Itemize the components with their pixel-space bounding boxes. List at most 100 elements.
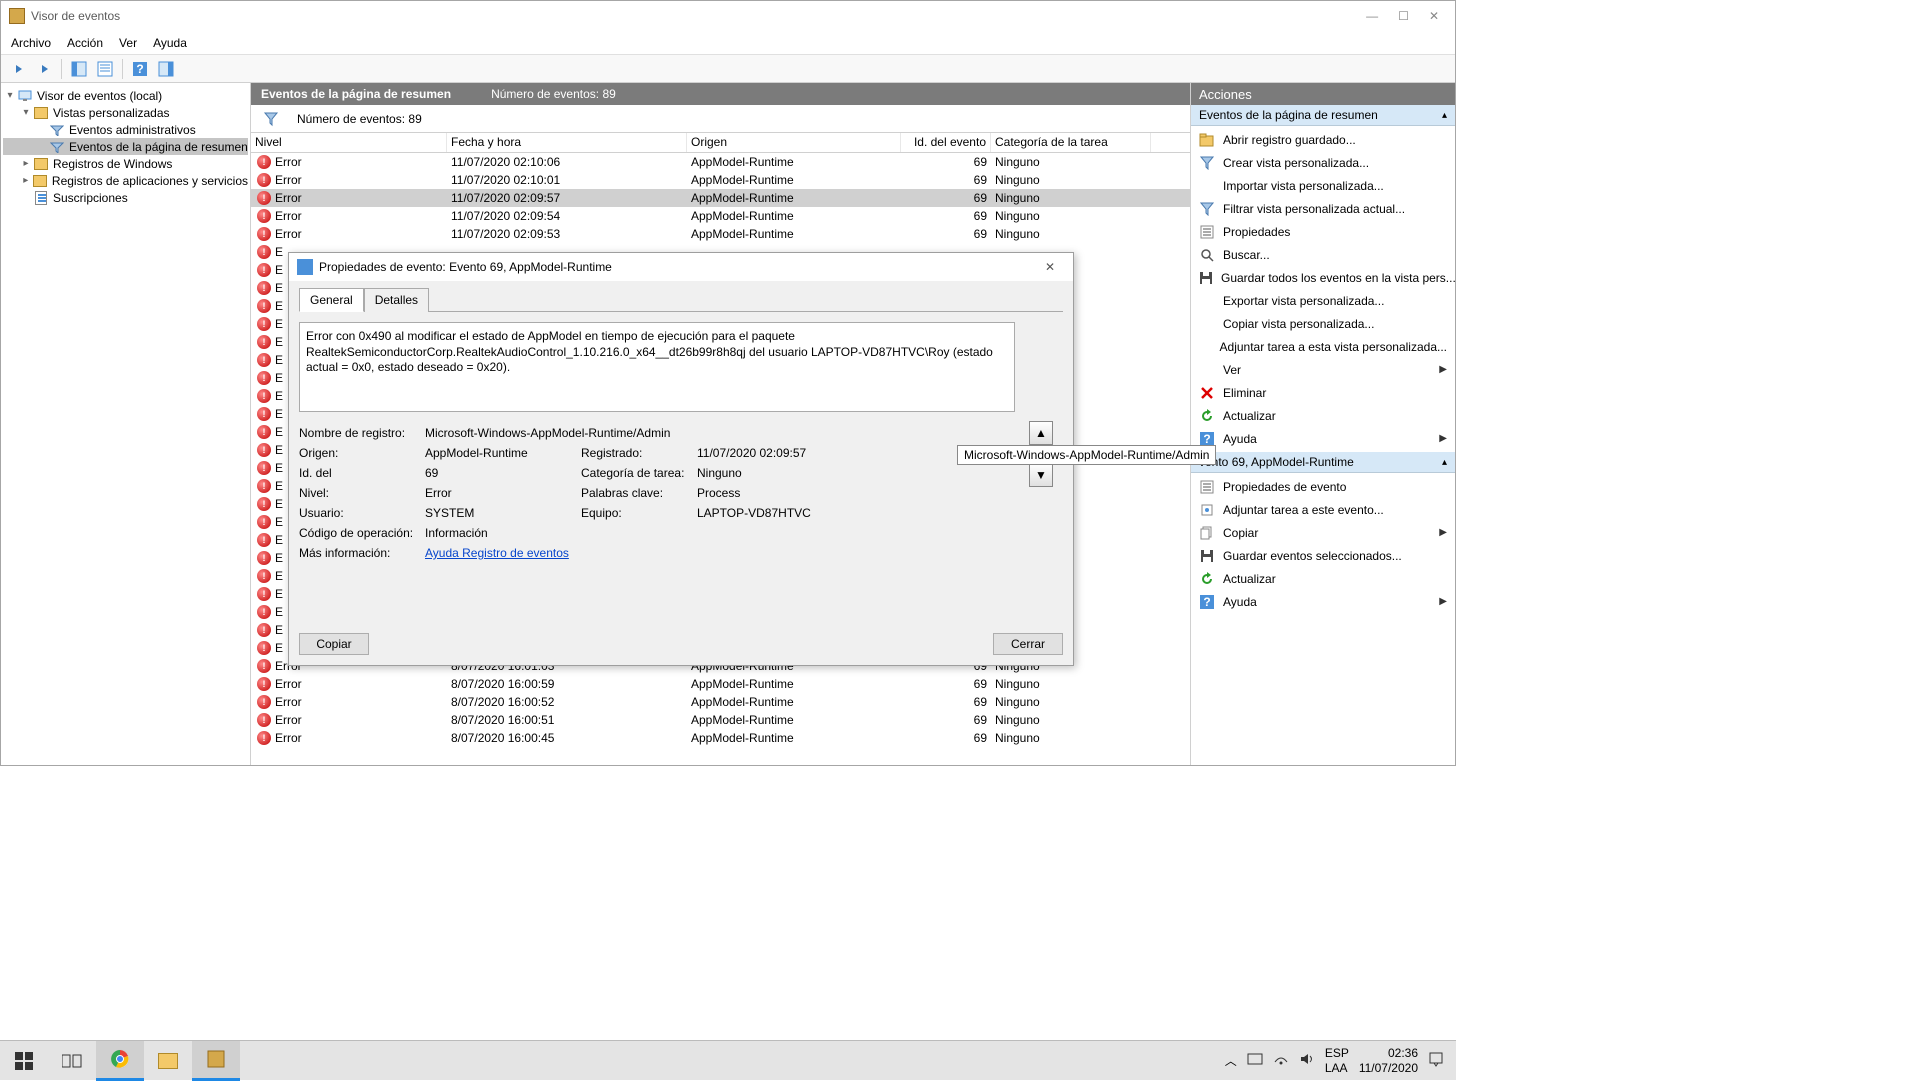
menu-archivo[interactable]: Archivo — [11, 36, 51, 50]
table-row[interactable]: !Error11/07/2020 02:09:54AppModel-Runtim… — [251, 207, 1190, 225]
action-item[interactable]: Filtrar vista personalizada actual... — [1191, 197, 1455, 220]
svg-text:?: ? — [1203, 432, 1210, 446]
action-item[interactable]: Ver▶ — [1191, 358, 1455, 381]
cell-date: 11/07/2020 02:09:57 — [447, 191, 687, 205]
properties-button[interactable] — [94, 58, 116, 80]
event-properties-dialog: Propiedades de evento: Evento 69, AppMod… — [288, 252, 1074, 666]
maximize-button[interactable]: ☐ — [1398, 9, 1409, 23]
table-row[interactable]: !Error8/07/2020 16:00:45AppModel-Runtime… — [251, 729, 1190, 747]
save-icon — [1199, 548, 1215, 564]
tab-general[interactable]: General — [299, 288, 364, 312]
volume-icon[interactable] — [1299, 1052, 1315, 1069]
action-item[interactable]: Copiar▶ — [1191, 521, 1455, 544]
chrome-taskbar-icon[interactable] — [96, 1041, 144, 1081]
collapse-arrow-icon[interactable]: ▴ — [1442, 457, 1447, 468]
table-row[interactable]: !Error11/07/2020 02:10:01AppModel-Runtim… — [251, 171, 1190, 189]
event-viewer-taskbar-icon[interactable] — [192, 1041, 240, 1081]
actions-group-title-2[interactable]: vento 69, AppModel-Runtime ▴ — [1191, 452, 1455, 473]
table-row[interactable]: !Error8/07/2020 16:00:59AppModel-Runtime… — [251, 675, 1190, 693]
expander-icon[interactable]: ▾ — [19, 107, 33, 118]
close-button[interactable]: ✕ — [1429, 9, 1439, 23]
cell-level: E — [275, 497, 283, 511]
action-item[interactable]: Buscar... — [1191, 243, 1455, 266]
cell-cat: Ninguno — [991, 191, 1151, 205]
forward-button[interactable] — [33, 58, 55, 80]
language-indicator[interactable]: ESP LAA — [1325, 1046, 1349, 1075]
action-item[interactable]: Propiedades de evento — [1191, 475, 1455, 498]
wifi-icon[interactable] — [1273, 1052, 1289, 1069]
tree-item[interactable]: ▾Vistas personalizadas — [3, 104, 248, 121]
table-header[interactable]: Nivel Fecha y hora Origen Id. del evento… — [251, 133, 1190, 153]
copy-button[interactable]: Copiar — [299, 633, 369, 655]
action-item[interactable]: Copiar vista personalizada... — [1191, 312, 1455, 335]
action-item[interactable]: Abrir registro guardado... — [1191, 128, 1455, 151]
notifications-icon[interactable] — [1428, 1051, 1444, 1070]
task-view-button[interactable] — [48, 1041, 96, 1081]
action-item[interactable]: Actualizar — [1191, 567, 1455, 590]
col-cat[interactable]: Categoría de la tarea — [991, 133, 1151, 152]
network-icon[interactable] — [1247, 1052, 1263, 1069]
tree-item[interactable]: ▸Registros de aplicaciones y servicios — [3, 172, 248, 189]
tab-detalles[interactable]: Detalles — [364, 288, 429, 312]
show-hide-tree-button[interactable] — [68, 58, 90, 80]
col-source[interactable]: Origen — [687, 133, 901, 152]
start-button[interactable] — [0, 1041, 48, 1081]
action-item[interactable]: Eliminar — [1191, 381, 1455, 404]
none-icon — [1199, 178, 1215, 194]
titlebar[interactable]: Visor de eventos — ☐ ✕ — [1, 1, 1455, 31]
clock[interactable]: 02:36 11/07/2020 — [1359, 1046, 1418, 1075]
action-pane-button[interactable] — [155, 58, 177, 80]
action-item[interactable]: Guardar eventos seleccionados... — [1191, 544, 1455, 567]
table-row[interactable]: !Error11/07/2020 02:09:53AppModel-Runtim… — [251, 225, 1190, 243]
dialog-titlebar[interactable]: Propiedades de evento: Evento 69, AppMod… — [289, 253, 1073, 281]
action-item[interactable]: ?Ayuda▶ — [1191, 590, 1455, 613]
tree-item[interactable]: Eventos administrativos — [3, 121, 248, 138]
action-item[interactable]: Actualizar — [1191, 404, 1455, 427]
dialog-close-button[interactable]: ✕ — [1035, 260, 1065, 274]
back-button[interactable] — [7, 58, 29, 80]
action-item[interactable]: Propiedades — [1191, 220, 1455, 243]
help-button[interactable]: ? — [129, 58, 151, 80]
action-item[interactable]: Adjuntar tarea a este evento... — [1191, 498, 1455, 521]
menu-accion[interactable]: Acción — [67, 36, 103, 50]
menu-ver[interactable]: Ver — [119, 36, 137, 50]
action-item[interactable]: Importar vista personalizada... — [1191, 174, 1455, 197]
menu-ayuda[interactable]: Ayuda — [153, 36, 187, 50]
explorer-taskbar-icon[interactable] — [144, 1041, 192, 1081]
event-description[interactable]: Error con 0x490 al modificar el estado d… — [299, 322, 1015, 412]
close-button[interactable]: Cerrar — [993, 633, 1063, 655]
next-event-button[interactable]: ▼ — [1029, 463, 1053, 487]
tray-chevron-icon[interactable]: ︿ — [1225, 1052, 1237, 1069]
collapse-arrow-icon[interactable]: ▴ — [1442, 110, 1447, 121]
val-log-name: Microsoft-Windows-AppModel-Runtime/Admin — [425, 426, 917, 440]
expander-icon[interactable]: ▾ — [3, 90, 17, 101]
taskbar[interactable]: ︿ ESP LAA 02:36 11/07/2020 — [0, 1040, 1456, 1080]
expander-icon[interactable]: ▸ — [19, 175, 32, 186]
tree-item[interactable]: Suscripciones — [3, 189, 248, 206]
cell-cat: Ninguno — [991, 695, 1151, 709]
action-item[interactable]: Crear vista personalizada... — [1191, 151, 1455, 174]
table-row[interactable]: !Error11/07/2020 02:10:06AppModel-Runtim… — [251, 153, 1190, 171]
action-item[interactable]: Guardar todos los eventos en la vista pe… — [1191, 266, 1455, 289]
minimize-button[interactable]: — — [1366, 9, 1378, 23]
expander-icon[interactable]: ▸ — [19, 158, 33, 169]
error-icon: ! — [257, 263, 271, 277]
action-item[interactable]: Adjuntar tarea a esta vista personalizad… — [1191, 335, 1455, 358]
tree-root[interactable]: ▾ Visor de eventos (local) — [3, 87, 248, 104]
tree-item[interactable]: Eventos de la página de resumen — [3, 138, 248, 155]
table-row[interactable]: !Error8/07/2020 16:00:51AppModel-Runtime… — [251, 711, 1190, 729]
table-row[interactable]: !Error8/07/2020 16:00:52AppModel-Runtime… — [251, 693, 1190, 711]
save-icon — [1199, 270, 1213, 286]
prev-event-button[interactable]: ▲ — [1029, 421, 1053, 445]
window-title: Visor de eventos — [31, 9, 1366, 23]
navigation-tree[interactable]: ▾ Visor de eventos (local) ▾Vistas perso… — [1, 83, 251, 765]
table-row[interactable]: !Error11/07/2020 02:09:57AppModel-Runtim… — [251, 189, 1190, 207]
col-id[interactable]: Id. del evento — [901, 133, 991, 152]
tree-item[interactable]: ▸Registros de Windows — [3, 155, 248, 172]
action-item[interactable]: Exportar vista personalizada... — [1191, 289, 1455, 312]
action-item[interactable]: ?Ayuda▶ — [1191, 427, 1455, 450]
link-more-info[interactable]: Ayuda Registro de eventos — [425, 546, 917, 560]
actions-group-title-1[interactable]: Eventos de la página de resumen ▴ — [1191, 105, 1455, 126]
col-level[interactable]: Nivel — [251, 133, 447, 152]
col-date[interactable]: Fecha y hora — [447, 133, 687, 152]
